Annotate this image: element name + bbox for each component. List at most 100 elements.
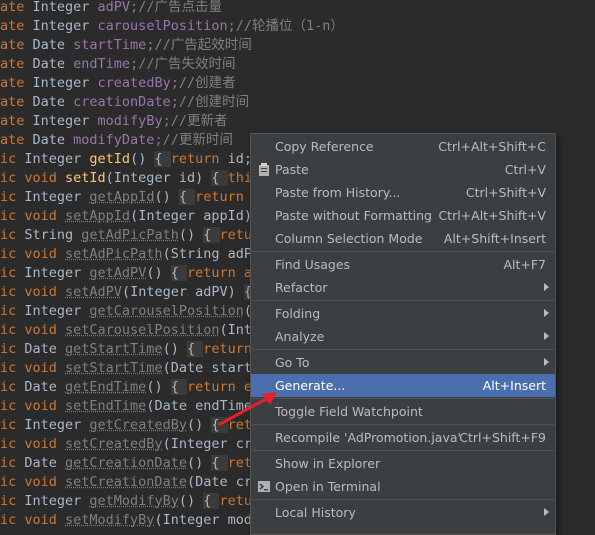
menu-item-column-selection-mode[interactable]: Column Selection Mode Alt+Shift+Insert [251,227,555,250]
code-token: getCreationDate [65,455,187,471]
code-line: ate Date endTime;//广告失效时间 [0,55,235,74]
code-line: ate Integer modifyBy;//更新者 [0,112,227,131]
code-token: ;//创建时间 [170,94,250,110]
code-token: getId [89,151,131,167]
code-token: ate [0,18,33,34]
code-token: ate [0,0,33,15]
menu-item-copy-reference[interactable]: Copy Reference Ctrl+Alt+Shift+C [251,135,555,158]
code-token: getAppId [89,189,155,205]
code-token: endTime [73,56,131,72]
code-token: ic [0,398,25,414]
code-line: ate Date startTime;//广告起效时间 [0,36,252,55]
menu-item-shortcut: Ctrl+V [504,162,546,177]
menu-item-generate[interactable]: Generate... Alt+Insert [251,374,555,397]
code-token: { [154,151,171,167]
code-token: id; [227,151,253,167]
code-token: void [24,170,66,186]
menu-item-paste-without-formatting[interactable]: Paste without Formatting Ctrl+Alt+Shift+V [251,204,555,227]
code-token: () [186,417,212,433]
menu-item-local-history[interactable]: Local History [251,501,555,524]
code-line: ic Date getCreationDate() { retu [0,454,260,473]
menu-item-label: Generate... [275,378,346,393]
code-token: void [24,246,66,262]
code-line: ic void setId(Integer id) { this [0,169,260,188]
code-token: setCarouselPosition [65,322,220,338]
code-token: Integer [32,75,98,91]
code-token: void [24,208,66,224]
code-token: (String adPi [162,246,261,262]
menu-item-open-in-terminal[interactable]: Open in Terminal [251,475,555,498]
menu-item-show-in-explorer[interactable]: Show in Explorer [251,452,555,475]
code-token: ic [0,360,25,376]
code-token: void [24,398,66,414]
menu-item-folding[interactable]: Folding [251,302,555,325]
menu-separator [252,450,554,451]
code-token: Integer [24,417,90,433]
menu-item-recompile-adpromotion-java[interactable]: Recompile 'AdPromotion.java' Ctrl+Shift+F… [251,426,555,449]
code-line: ic Integer getCarouselPosition() [0,302,260,321]
code-token: { [186,341,204,357]
code-line: ate Integer adPV;//广告点击量 [0,0,222,17]
code-token: Date [24,341,66,357]
code-token: ic [0,151,25,167]
code-token: ic [0,341,25,357]
code-token: { [211,170,228,186]
menu-item-label: Find Usages [275,257,351,272]
menu-item-find-usages[interactable]: Find Usages Alt+F7 [251,253,555,276]
terminal-icon [258,480,270,493]
code-token: ic [0,246,25,262]
menu-item-refactor[interactable]: Refactor [251,276,555,299]
code-token: (Integer cre [162,436,261,452]
menu-separator [252,499,554,500]
code-token: (Date endTime) [146,398,261,414]
code-token: { [170,265,187,281]
code-token: ;//创建者 [170,75,236,91]
code-token: (Integer appId) [130,208,261,224]
code-token: (Integer id) [105,170,212,186]
code-token: ic [0,379,25,395]
code-token: (Integer modi [154,512,261,528]
menu-item-analyze[interactable]: Analyze [251,325,555,348]
code-token: { [178,189,196,205]
menu-item-go-to[interactable]: Go To [251,351,555,374]
code-token: ate [0,113,33,129]
code-token: (Integer adPV) [121,284,244,300]
code-token: ;//广告失效时间 [130,56,236,72]
code-token: ic [0,189,25,205]
code-token: String [24,227,82,243]
code-token: ;//更新时间 [154,132,233,148]
code-token: Integer [24,265,90,281]
code-token: { [170,379,187,395]
code-line: ic Integer getModifyBy() { retur [0,492,260,511]
code-token: setStartTime [65,360,163,376]
clipboard-icon [258,163,270,176]
code-token: void [24,512,66,528]
menu-item-label: Column Selection Mode [275,231,423,246]
code-token: void [24,360,66,376]
code-line: ic Integer getId() { return id; [0,150,252,169]
code-token: ;//轮播位（1-n） [227,18,344,34]
chevron-right-icon [544,283,549,291]
code-line: ate Integer createdBy;//创建者 [0,74,236,93]
menu-item-label: Paste without Formatting [275,208,432,223]
menu-item-label: Analyze [275,329,325,344]
code-line: ic Integer getAdPV() { return ad [0,264,260,283]
code-token: Integer [24,151,90,167]
code-token: void [24,474,66,490]
code-line: ate Integer carouselPosition;//轮播位（1-n） [0,17,344,36]
menu-separator [252,424,554,425]
code-token: Integer [32,113,98,129]
code-token: carouselPosition [97,18,228,34]
menu-item-toggle-field-watchpoint[interactable]: Toggle Field Watchpoint [251,400,555,423]
menu-item-paste[interactable]: Paste Ctrl+V [251,158,555,181]
menu-item-label: Recompile 'AdPromotion.java' [275,430,461,445]
code-token: () [162,341,187,357]
code-token: ;//广告起效时间 [146,37,252,53]
menu-separator [252,398,554,399]
code-token: () [186,455,212,471]
menu-item-label: Folding [275,306,321,321]
code-token: ic [0,417,25,433]
code-token: Integer [24,493,90,509]
code-token: ate [0,56,33,72]
menu-item-paste-from-history[interactable]: Paste from History... Ctrl+Shift+V [251,181,555,204]
